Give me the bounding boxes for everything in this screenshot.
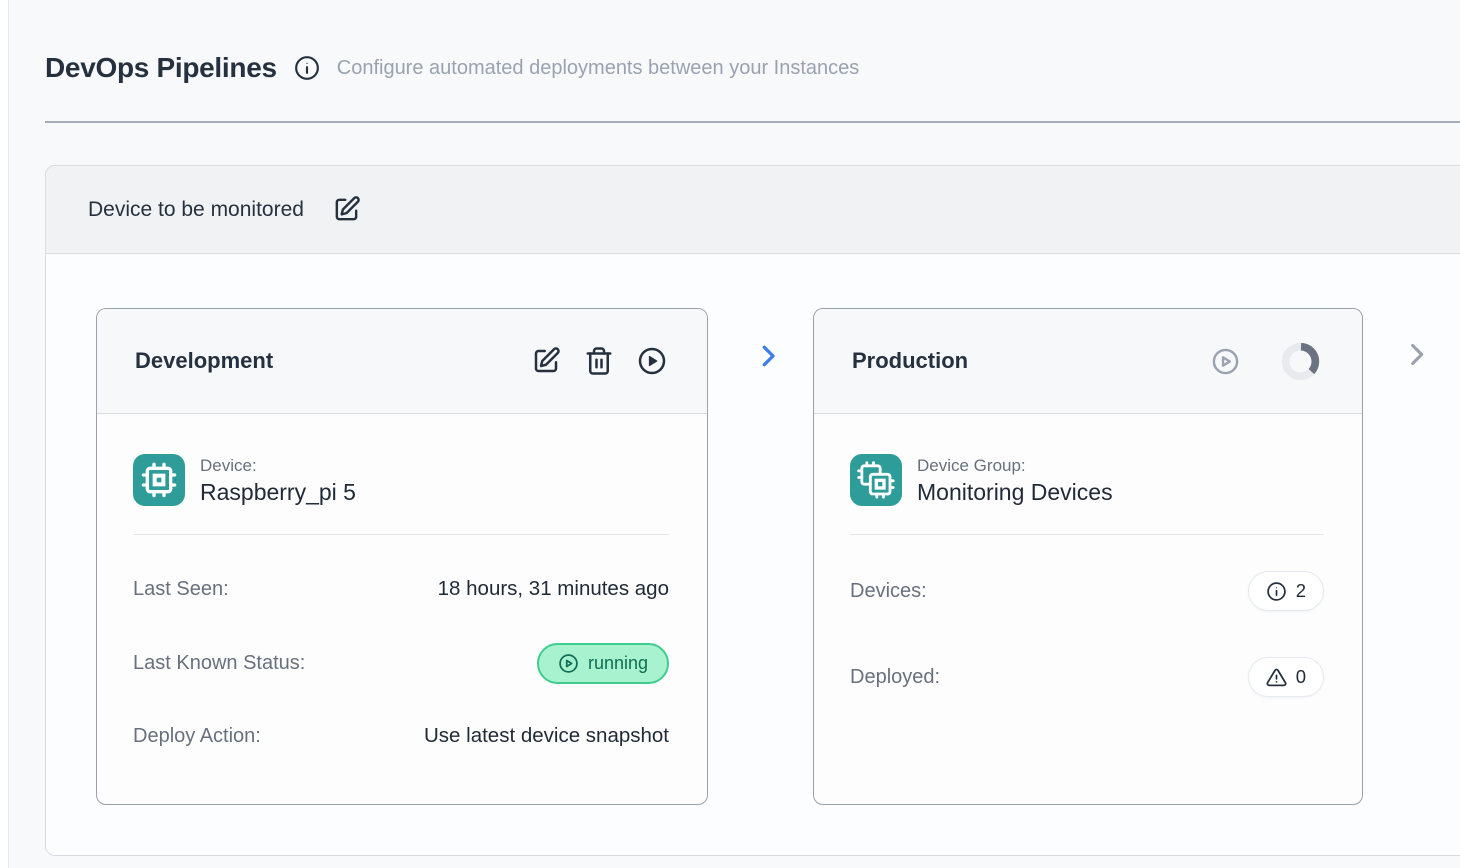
device-group-row: Device Group: Monitoring Devices	[850, 454, 1324, 506]
pipeline-panel: Device to be monitored Development	[45, 165, 1460, 856]
header-divider	[45, 121, 1460, 123]
development-card-actions	[531, 346, 667, 376]
deploy-action-value: Use latest device snapshot	[424, 724, 669, 748]
device-group-name: Monitoring Devices	[917, 479, 1113, 506]
device-row: Device: Raspberry_pi 5	[133, 454, 669, 506]
card-divider	[133, 534, 669, 535]
deployment-spinner-icon	[1279, 340, 1322, 383]
device-group-chips-icon	[850, 454, 902, 506]
next-stage-chevron-icon[interactable]	[1401, 339, 1432, 373]
device-group-label: Device Group:	[917, 454, 1113, 476]
devops-pipelines-page: DevOps Pipelines Configure automated dep…	[8, 0, 1460, 868]
devices-count-pill[interactable]: 2	[1248, 571, 1324, 611]
edit-stage-icon[interactable]	[531, 346, 561, 376]
device-label: Device:	[200, 454, 356, 476]
warning-triangle-icon	[1266, 667, 1287, 688]
status-running-badge: running	[537, 643, 669, 684]
info-icon[interactable]	[294, 55, 320, 81]
edit-pipeline-icon[interactable]	[332, 195, 361, 224]
deployed-count: 0	[1296, 666, 1306, 688]
pipeline-stages: Development	[46, 254, 1460, 855]
run-stage-icon[interactable]	[637, 346, 667, 376]
development-card-header: Development	[97, 309, 707, 414]
page-header: DevOps Pipelines Configure automated dep…	[9, 0, 1460, 84]
production-card-body: Device Group: Monitoring Devices Devices…	[814, 414, 1362, 697]
page-subtitle: Configure automated deployments between …	[337, 57, 860, 80]
last-seen-row: Last Seen: 18 hours, 31 minutes ago	[133, 577, 669, 601]
devices-label: Devices:	[850, 580, 927, 603]
production-card-title: Production	[852, 348, 1211, 374]
deploy-action-row: Deploy Action: Use latest device snapsho…	[133, 724, 669, 748]
development-stage-card: Development	[96, 308, 708, 805]
delete-stage-icon[interactable]	[584, 346, 614, 376]
run-stage-icon-disabled[interactable]	[1211, 347, 1240, 376]
deployed-count-pill[interactable]: 0	[1248, 657, 1324, 697]
pipeline-flow-arrow-icon	[753, 341, 783, 376]
pipeline-panel-header: Device to be monitored	[46, 166, 1460, 254]
devices-row: Devices: 2	[850, 571, 1324, 611]
page-title: DevOps Pipelines	[45, 52, 277, 84]
production-card-actions	[1211, 340, 1322, 383]
device-group-info: Device Group: Monitoring Devices	[917, 454, 1113, 506]
play-icon	[558, 653, 579, 674]
device-chip-icon	[133, 454, 185, 506]
last-seen-label: Last Seen:	[133, 578, 229, 601]
production-stage-card: Production	[813, 308, 1363, 805]
status-running-text: running	[588, 653, 648, 674]
development-card-title: Development	[135, 348, 531, 374]
production-card-header: Production	[814, 309, 1362, 414]
device-info: Device: Raspberry_pi 5	[200, 454, 356, 506]
deploy-action-label: Deploy Action:	[133, 725, 261, 748]
deployed-label: Deployed:	[850, 666, 940, 689]
deployed-row: Deployed: 0	[850, 657, 1324, 697]
last-seen-value: 18 hours, 31 minutes ago	[438, 577, 669, 601]
card-divider	[850, 534, 1324, 535]
device-name: Raspberry_pi 5	[200, 479, 356, 506]
devices-count: 2	[1296, 580, 1306, 602]
last-known-status-row: Last Known Status: running	[133, 643, 669, 684]
development-card-body: Device: Raspberry_pi 5 Last Seen: 18 hou…	[97, 414, 707, 748]
pipeline-title: Device to be monitored	[88, 198, 304, 222]
info-icon	[1266, 581, 1287, 602]
last-known-status-label: Last Known Status:	[133, 652, 305, 675]
